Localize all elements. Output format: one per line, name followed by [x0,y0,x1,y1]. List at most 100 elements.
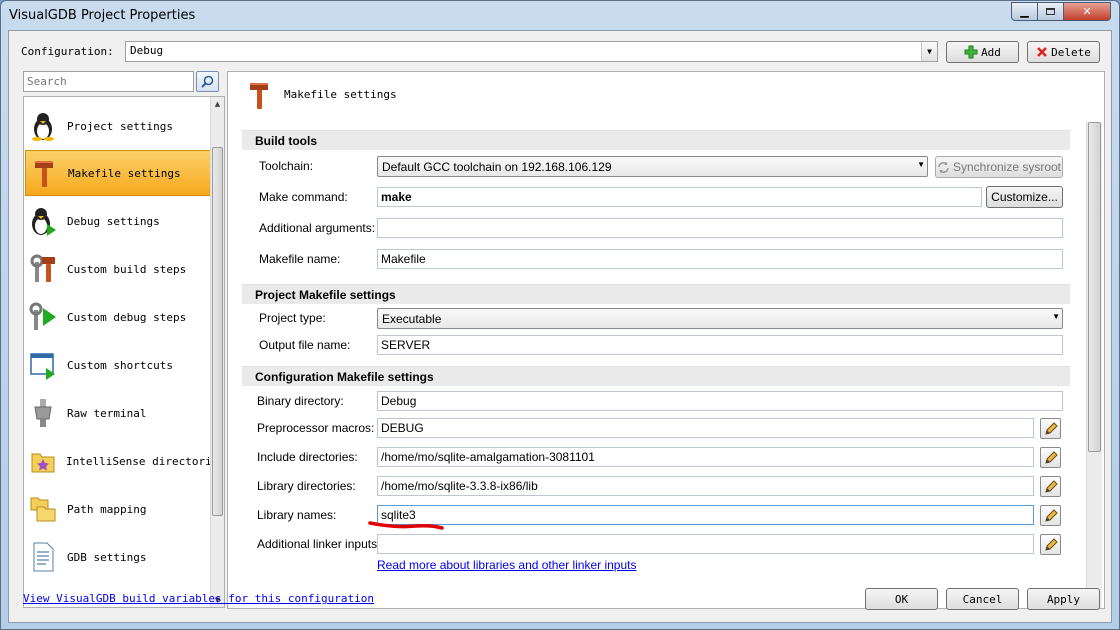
settings-scrollbar[interactable] [1086,122,1102,608]
binary-directory-label: Binary directory: [257,394,344,408]
window-shortcut-icon [29,350,57,380]
preprocessor-macros-value: DEBUG [381,421,424,435]
pencil-icon [1044,537,1058,551]
edit-macros-button[interactable] [1040,418,1061,439]
makefile-name-field[interactable]: Makefile [377,249,1063,269]
sidebar-item-path-mapping[interactable]: Path mapping [25,486,211,532]
edit-library-names-button[interactable] [1040,505,1061,526]
preprocessor-macros-label: Preprocessor macros: [257,421,375,435]
project-type-select[interactable]: Executable ▼ [377,308,1063,329]
edit-include-directories-button[interactable] [1040,447,1061,468]
include-directories-field[interactable]: /home/mo/sqlite-amalgamation-3081101 [377,447,1034,467]
library-directories-label: Library directories: [257,479,356,493]
sidebar-item-label: IntelliSense directories [66,454,225,468]
sidebar-item-debug-settings[interactable]: Debug settings [25,198,211,244]
sidebar-item-custom-shortcuts[interactable]: Custom shortcuts [25,342,211,388]
edit-library-directories-button[interactable] [1040,476,1061,497]
make-command-value: make [381,190,412,204]
toolchain-value: Default GCC toolchain on 192.168.106.129 [382,160,612,174]
include-directories-label: Include directories: [257,450,358,464]
apply-label: Apply [1046,592,1081,606]
chevron-down-icon: ▼ [1052,312,1060,321]
document-icon [29,542,57,572]
close-button[interactable]: ✕ [1063,2,1111,21]
sidebar-item-label: Project settings [67,119,173,133]
include-directories-value: /home/mo/sqlite-amalgamation-3081101 [381,450,595,464]
project-type-value: Executable [382,312,442,326]
maximize-button[interactable] [1037,2,1064,21]
additional-arguments-field[interactable] [377,218,1063,238]
add-configuration-button[interactable]: Add [946,41,1019,63]
sidebar-item-label: GDB settings [67,550,147,564]
tools-play-icon [29,302,57,332]
synchronize-sysroot-button[interactable]: Synchronize sysroot [935,156,1063,178]
search-input[interactable] [24,72,193,91]
configuration-select[interactable]: Debug ▼ [125,41,938,62]
title-bar[interactable]: VisualGDB Project Properties ▁ ✕ [1,1,1119,31]
library-names-field[interactable]: sqlite3 [377,505,1034,525]
section-header-build-tools: Build tools [242,130,1070,150]
library-directories-field[interactable]: /home/mo/sqlite-3.3.8-ix86/lib [377,476,1034,496]
library-names-label: Library names: [257,508,337,522]
makefile-hammer-icon [248,80,270,113]
cancel-label: Cancel [962,592,1003,606]
dialog-client: Configuration: Debug ▼ Add Delete Projec… [8,30,1112,623]
search-box [23,71,194,92]
project-type-label: Project type: [259,311,326,325]
section-header-project-makefile: Project Makefile settings [242,284,1070,304]
sidebar-scrollbar[interactable]: ▲ ▼ [210,97,224,607]
output-file-name-field[interactable]: SERVER [377,335,1063,355]
sidebar-item-label: Debug settings [67,214,160,228]
cancel-button[interactable]: Cancel [946,588,1019,610]
view-build-variables-link[interactable]: View VisualGDB build variables for this … [23,592,374,605]
customize-button[interactable]: Customize... [986,186,1063,208]
sidebar-item-label: Path mapping [67,502,147,516]
makefile-name-value: Makefile [381,252,426,266]
output-file-name-value: SERVER [381,338,431,352]
minimize-icon: ▁ [1020,5,1029,18]
delete-label: Delete [1051,45,1091,59]
folders-icon [29,494,57,524]
configuration-label: Configuration: [21,45,114,58]
search-button[interactable] [196,71,219,92]
additional-arguments-label: Additional arguments: [259,221,376,235]
sidebar-item-label: Custom build steps [67,262,187,276]
plus-icon [964,45,978,59]
sidebar-item-intellisense-directories[interactable]: IntelliSense directories [25,438,225,484]
sidebar: Project settings Makefile settings Debug… [23,96,225,608]
tools-icon [29,254,57,284]
add-label: Add [981,45,1001,59]
search-icon [201,75,214,88]
sync-icon [938,161,949,173]
sidebar-scroll-thumb[interactable] [212,147,223,516]
configuration-value: Debug [130,44,164,57]
settings-panel: Makefile settings Build tools Toolchain:… [227,71,1105,609]
red-underline-annotation [368,521,444,530]
read-more-link[interactable]: Read more about libraries and other link… [377,558,636,572]
apply-button[interactable]: Apply [1027,588,1100,610]
page-title: Makefile settings [284,88,397,101]
output-file-name-label: Output file name: [259,338,351,352]
sidebar-item-custom-build-steps[interactable]: Custom build steps [25,246,211,292]
delete-configuration-button[interactable]: Delete [1027,41,1100,63]
maximize-icon [1046,8,1055,15]
binary-directory-field[interactable]: Debug [377,391,1063,411]
sidebar-item-project-settings[interactable]: Project settings [25,103,211,149]
sidebar-item-gdb-settings[interactable]: GDB settings [25,534,211,580]
minimize-button[interactable]: ▁ [1011,2,1038,21]
sidebar-item-custom-debug-steps[interactable]: Custom debug steps [25,294,211,340]
ok-button[interactable]: OK [865,588,938,610]
scroll-up-icon[interactable]: ▲ [211,97,224,111]
settings-scroll-thumb[interactable] [1088,122,1101,452]
sidebar-item-makefile-settings[interactable]: Makefile settings [25,150,211,196]
sidebar-item-raw-terminal[interactable]: Raw terminal [25,390,211,436]
toolchain-select[interactable]: Default GCC toolchain on 192.168.106.129… [377,156,928,177]
chevron-down-icon: ▼ [917,160,925,169]
sidebar-item-label: Custom debug steps [67,310,187,324]
additional-linker-inputs-field[interactable] [377,534,1034,554]
edit-linker-inputs-button[interactable] [1040,534,1061,555]
preprocessor-macros-field[interactable]: DEBUG [377,418,1034,438]
sidebar-item-label: Makefile settings [68,166,181,180]
make-command-label: Make command: [259,190,348,204]
make-command-field[interactable]: make [377,187,982,207]
